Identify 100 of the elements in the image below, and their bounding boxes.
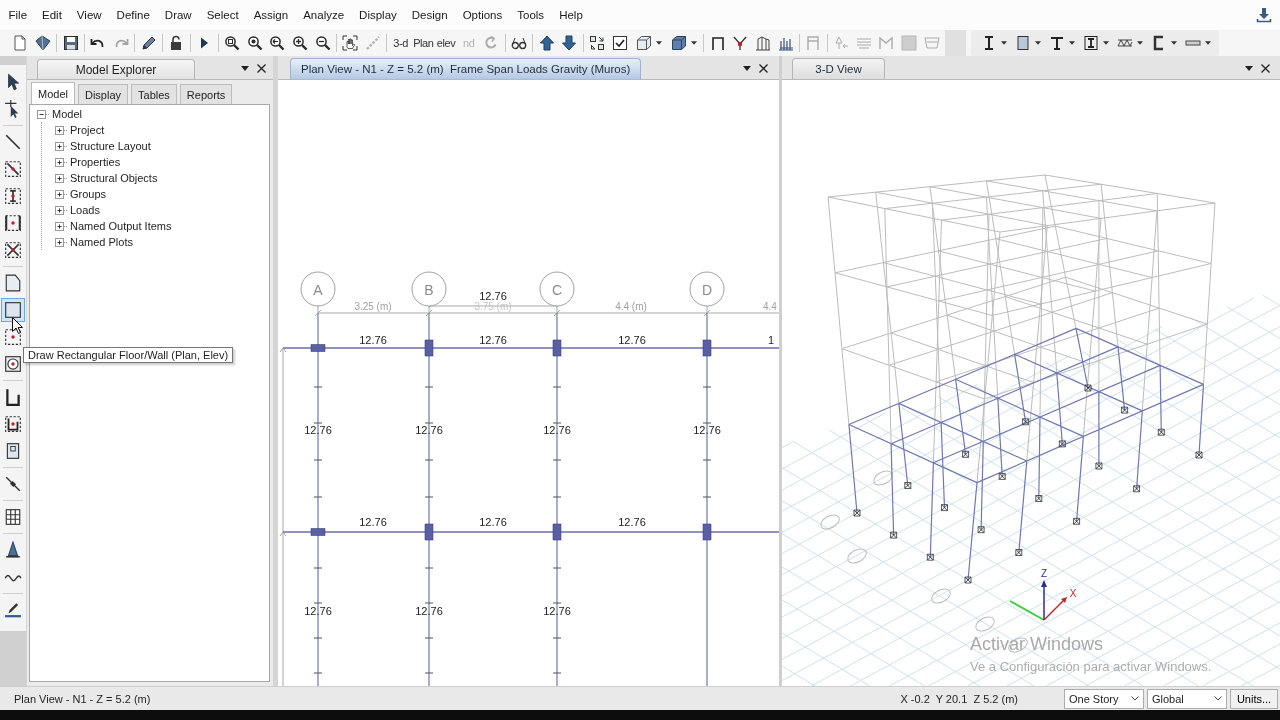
coordinate-system-dropdown[interactable]: Global: [1147, 688, 1227, 709]
expand-icon[interactable]: [55, 157, 68, 167]
tree-item[interactable]: Structural Objects: [70, 172, 158, 184]
glasses-icon[interactable]: [511, 35, 528, 51]
boxed-i-beam-icon[interactable]: [1083, 35, 1100, 51]
download-icon[interactable]: [1256, 7, 1272, 23]
cube-icon[interactable]: [670, 35, 687, 51]
collapse-icon[interactable]: [37, 109, 50, 119]
menu-item[interactable]: Edit: [34, 7, 70, 23]
tree-item[interactable]: Groups: [70, 188, 107, 200]
caret-icon[interactable]: [1171, 41, 1178, 45]
small-square-icon[interactable]: [4, 441, 22, 460]
bar-chart-icon[interactable]: [777, 35, 794, 51]
zoom-window-icon[interactable]: [223, 35, 240, 51]
close-icon[interactable]: [1261, 63, 1270, 73]
hand-icon[interactable]: [342, 35, 359, 51]
menu-item[interactable]: Assign: [246, 7, 296, 23]
cone-icon[interactable]: [4, 540, 22, 559]
caret-icon[interactable]: [1069, 41, 1076, 45]
pencil-icon[interactable]: [140, 35, 157, 51]
tree-item[interactable]: Named Output Items: [70, 220, 172, 232]
new-file-icon[interactable]: [12, 35, 29, 51]
node-icon[interactable]: [732, 35, 749, 51]
load-value: 12.76: [415, 605, 443, 617]
caret-icon[interactable]: [1103, 41, 1110, 45]
pencil-line-icon[interactable]: [4, 600, 22, 619]
polygon-icon[interactable]: [4, 273, 22, 292]
expand-icon[interactable]: [55, 237, 68, 247]
checkbox-icon[interactable]: [611, 35, 628, 51]
close-icon[interactable]: [257, 63, 266, 73]
expand-icon[interactable]: [55, 189, 68, 199]
tab[interactable]: Reports: [179, 84, 233, 104]
tree-item[interactable]: Properties: [70, 156, 121, 168]
menu-item[interactable]: File: [1, 7, 35, 23]
close-icon[interactable]: [759, 63, 768, 73]
units-button[interactable]: Units...: [1230, 688, 1278, 709]
dropdown-arrow-icon[interactable]: [1245, 65, 1253, 71]
caret-icon[interactable]: [690, 41, 697, 45]
box-icon[interactable]: [635, 35, 652, 51]
framed-dot-icon[interactable]: [4, 213, 22, 232]
expand-icon[interactable]: [55, 205, 68, 215]
view-button[interactable]: Plan: [412, 32, 435, 54]
menu-item[interactable]: Design: [404, 7, 456, 23]
line-icon[interactable]: [4, 132, 22, 151]
menu-item[interactable]: Select: [199, 7, 247, 23]
tree-item[interactable]: Structure Layout: [70, 140, 151, 152]
up-arrow-icon[interactable]: [538, 35, 555, 51]
zoom-out-icon[interactable]: [314, 35, 331, 51]
caret-icon[interactable]: [1035, 41, 1042, 45]
zoom-restore-icon[interactable]: [246, 35, 263, 51]
menu-item[interactable]: Tools: [509, 7, 552, 23]
circle-dot-icon[interactable]: [4, 354, 22, 373]
tree-item[interactable]: Project: [70, 124, 105, 136]
dropdown-arrow-icon[interactable]: [743, 65, 751, 71]
bracket-icon[interactable]: [4, 387, 22, 406]
t-beam-icon[interactable]: [1049, 35, 1066, 51]
zoom-in-icon[interactable]: [291, 35, 308, 51]
caret-icon[interactable]: [1205, 41, 1212, 45]
link-icon[interactable]: [4, 474, 22, 493]
dashed-i-box-icon[interactable]: [4, 186, 22, 205]
caret-icon[interactable]: [1137, 41, 1144, 45]
x-box-icon[interactable]: [4, 240, 22, 259]
dashed-bracket-icon[interactable]: [4, 414, 22, 433]
tab[interactable]: Model: [31, 82, 75, 104]
diamond-icon[interactable]: [35, 35, 52, 51]
down-arrow-icon[interactable]: [561, 35, 578, 51]
view-button[interactable]: elev: [434, 32, 458, 54]
view-tab[interactable]: Plan View - N1 - Z = 5.2 (m) Frame Span Loads Gravity (Muros): [290, 58, 642, 79]
expand-icon[interactable]: [55, 221, 68, 231]
expand-icon[interactable]: [55, 125, 68, 135]
view-button[interactable]: 3-d: [389, 32, 412, 54]
zoom-previous-icon[interactable]: [269, 35, 286, 51]
menu-item[interactable]: Display: [351, 7, 405, 23]
menu-item[interactable]: Help: [551, 7, 591, 23]
menu-item[interactable]: Options: [455, 7, 510, 23]
tab[interactable]: Tables: [131, 84, 177, 104]
story-dropdown[interactable]: One Story: [1064, 688, 1144, 709]
menu-item[interactable]: Draw: [157, 7, 200, 23]
tab[interactable]: Display: [77, 84, 129, 104]
caret-icon[interactable]: [1001, 41, 1008, 45]
rectangle-icon[interactable]: [1, 297, 25, 322]
dashed-line-box-icon[interactable]: [4, 159, 22, 178]
columns-icon[interactable]: [754, 35, 771, 51]
dropdown-arrow-icon[interactable]: [241, 65, 249, 71]
expand-icon[interactable]: [55, 141, 68, 151]
select-arrows-icon[interactable]: [589, 35, 606, 51]
tree-item[interactable]: Loads: [70, 204, 100, 216]
menu-item[interactable]: Define: [109, 7, 158, 23]
menu-item[interactable]: View: [69, 7, 110, 23]
caret-icon[interactable]: [655, 41, 662, 45]
tree-item[interactable]: Model: [52, 108, 82, 120]
grid-icon[interactable]: [4, 507, 22, 526]
menu-item[interactable]: Analyze: [295, 7, 352, 23]
dashed-dot-box-icon[interactable]: [4, 327, 22, 346]
view-tab[interactable]: 3-D View: [792, 58, 885, 79]
expand-icon[interactable]: [55, 173, 68, 183]
rectangle-section-icon[interactable]: [1015, 35, 1032, 51]
tree-item[interactable]: Named Plots: [70, 236, 133, 248]
portal-frame-icon[interactable]: [709, 35, 726, 51]
save-icon[interactable]: [62, 35, 79, 51]
